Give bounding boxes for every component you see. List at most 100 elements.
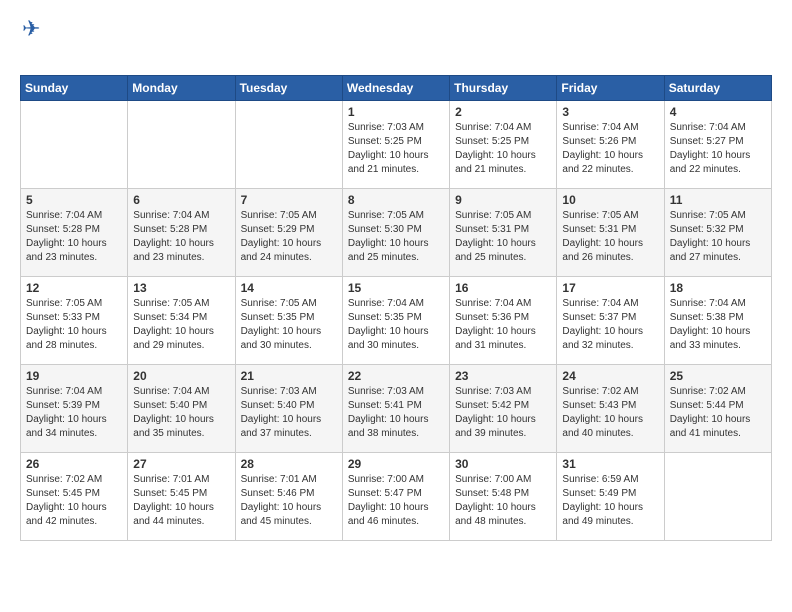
day-info: Sunrise: 7:02 AM Sunset: 5:43 PM Dayligh… <box>562 385 658 441</box>
day-number: 6 <box>133 193 229 207</box>
day-info: Sunrise: 7:01 AM Sunset: 5:46 PM Dayligh… <box>241 473 337 529</box>
day-number: 18 <box>670 281 766 295</box>
day-info: Sunrise: 7:03 AM Sunset: 5:41 PM Dayligh… <box>348 385 444 441</box>
day-number: 29 <box>348 457 444 471</box>
calendar-cell: 27 Sunrise: 7:01 AM Sunset: 5:45 PM Dayli… <box>128 453 235 541</box>
day-number: 24 <box>562 369 658 383</box>
calendar-cell: 25 Sunrise: 7:02 AM Sunset: 5:44 PM Dayli… <box>664 365 771 453</box>
day-info: Sunrise: 7:04 AM Sunset: 5:37 PM Dayligh… <box>562 297 658 353</box>
day-number: 16 <box>455 281 551 295</box>
day-info: Sunrise: 7:05 AM Sunset: 5:31 PM Dayligh… <box>562 209 658 265</box>
calendar-cell: 3Sunrise: 7:04 AM Sunset: 5:26 PM Daylig… <box>557 101 664 189</box>
calendar-cell: 12 Sunrise: 7:05 AM Sunset: 5:33 PM Dayli… <box>21 277 128 365</box>
day-info: Sunrise: 7:04 AM Sunset: 5:35 PM Dayligh… <box>348 297 444 353</box>
day-info: Sunrise: 7:05 AM Sunset: 5:31 PM Dayligh… <box>455 209 551 265</box>
day-number: 1 <box>348 105 444 119</box>
day-number: 12 <box>26 281 122 295</box>
calendar-cell: 7Sunrise: 7:05 AM Sunset: 5:29 PM Daylig… <box>235 189 342 277</box>
weekday-header-monday: Monday <box>128 76 235 101</box>
day-info: Sunrise: 7:03 AM Sunset: 5:40 PM Dayligh… <box>241 385 337 441</box>
calendar-cell: 15 Sunrise: 7:04 AM Sunset: 5:35 PM Dayli… <box>342 277 449 365</box>
calendar-cell: 22 Sunrise: 7:03 AM Sunset: 5:41 PM Dayli… <box>342 365 449 453</box>
calendar-cell: 6 Sunrise: 7:04 AM Sunset: 5:28 PM Daylig… <box>128 189 235 277</box>
day-number: 30 <box>455 457 551 471</box>
calendar-cell: 26 Sunrise: 7:02 AM Sunset: 5:45 PM Dayli… <box>21 453 128 541</box>
day-info: Sunrise: 7:04 AM Sunset: 5:25 PM Dayligh… <box>455 121 551 177</box>
day-number: 4 <box>670 105 766 119</box>
day-info: Sunrise: 7:05 AM Sunset: 5:30 PM Dayligh… <box>348 209 444 265</box>
calendar-cell: 21 Sunrise: 7:03 AM Sunset: 5:40 PM Dayli… <box>235 365 342 453</box>
calendar-cell: 30 Sunrise: 7:00 AM Sunset: 5:48 PM Dayli… <box>450 453 557 541</box>
day-info: Sunrise: 7:05 AM Sunset: 5:34 PM Dayligh… <box>133 297 229 353</box>
day-number: 26 <box>26 457 122 471</box>
day-number: 13 <box>133 281 229 295</box>
day-number: 25 <box>670 369 766 383</box>
day-number: 8 <box>348 193 444 207</box>
calendar-cell: 1Sunrise: 7:03 AM Sunset: 5:25 PM Daylig… <box>342 101 449 189</box>
day-number: 10 <box>562 193 658 207</box>
day-number: 9 <box>455 193 551 207</box>
calendar-cell: 11Sunrise: 7:05 AM Sunset: 5:32 PM Dayli… <box>664 189 771 277</box>
day-info: Sunrise: 7:00 AM Sunset: 5:48 PM Dayligh… <box>455 473 551 529</box>
day-info: Sunrise: 6:59 AM Sunset: 5:49 PM Dayligh… <box>562 473 658 529</box>
day-number: 19 <box>26 369 122 383</box>
day-number: 22 <box>348 369 444 383</box>
day-info: Sunrise: 7:05 AM Sunset: 5:33 PM Dayligh… <box>26 297 122 353</box>
week-row-4: 19 Sunrise: 7:04 AM Sunset: 5:39 PM Dayli… <box>21 365 772 453</box>
calendar-cell: 23 Sunrise: 7:03 AM Sunset: 5:42 PM Dayli… <box>450 365 557 453</box>
day-info: Sunrise: 7:03 AM Sunset: 5:42 PM Dayligh… <box>455 385 551 441</box>
calendar-cell: 24 Sunrise: 7:02 AM Sunset: 5:43 PM Dayli… <box>557 365 664 453</box>
weekday-header-row: SundayMondayTuesdayWednesdayThursdayFrid… <box>21 76 772 101</box>
week-row-1: 1Sunrise: 7:03 AM Sunset: 5:25 PM Daylig… <box>21 101 772 189</box>
week-row-3: 12 Sunrise: 7:05 AM Sunset: 5:33 PM Dayli… <box>21 277 772 365</box>
day-info: Sunrise: 7:01 AM Sunset: 5:45 PM Dayligh… <box>133 473 229 529</box>
page-header: ✈ <box>20 16 772 63</box>
day-info: Sunrise: 7:05 AM Sunset: 5:29 PM Dayligh… <box>241 209 337 265</box>
weekday-header-friday: Friday <box>557 76 664 101</box>
day-number: 31 <box>562 457 658 471</box>
day-number: 14 <box>241 281 337 295</box>
day-number: 15 <box>348 281 444 295</box>
calendar-cell: 5Sunrise: 7:04 AM Sunset: 5:28 PM Daylig… <box>21 189 128 277</box>
day-info: Sunrise: 7:04 AM Sunset: 5:26 PM Dayligh… <box>562 121 658 177</box>
calendar-cell: 9 Sunrise: 7:05 AM Sunset: 5:31 PM Daylig… <box>450 189 557 277</box>
day-number: 28 <box>241 457 337 471</box>
day-info: Sunrise: 7:02 AM Sunset: 5:44 PM Dayligh… <box>670 385 766 441</box>
calendar-cell: 4Sunrise: 7:04 AM Sunset: 5:27 PM Daylig… <box>664 101 771 189</box>
calendar-cell <box>21 101 128 189</box>
weekday-header-tuesday: Tuesday <box>235 76 342 101</box>
calendar-cell: 8 Sunrise: 7:05 AM Sunset: 5:30 PM Daylig… <box>342 189 449 277</box>
calendar-cell: 2 Sunrise: 7:04 AM Sunset: 5:25 PM Daylig… <box>450 101 557 189</box>
weekday-header-wednesday: Wednesday <box>342 76 449 101</box>
calendar-cell: 16 Sunrise: 7:04 AM Sunset: 5:36 PM Dayli… <box>450 277 557 365</box>
day-info: Sunrise: 7:04 AM Sunset: 5:28 PM Dayligh… <box>133 209 229 265</box>
calendar-cell: 10 Sunrise: 7:05 AM Sunset: 5:31 PM Dayli… <box>557 189 664 277</box>
day-info: Sunrise: 7:00 AM Sunset: 5:47 PM Dayligh… <box>348 473 444 529</box>
weekday-header-saturday: Saturday <box>664 76 771 101</box>
logo-bird-icon: ✈ <box>22 16 40 42</box>
calendar-cell <box>128 101 235 189</box>
week-row-2: 5Sunrise: 7:04 AM Sunset: 5:28 PM Daylig… <box>21 189 772 277</box>
day-number: 21 <box>241 369 337 383</box>
calendar-cell: 17 Sunrise: 7:04 AM Sunset: 5:37 PM Dayli… <box>557 277 664 365</box>
calendar-cell: 19 Sunrise: 7:04 AM Sunset: 5:39 PM Dayli… <box>21 365 128 453</box>
weekday-header-sunday: Sunday <box>21 76 128 101</box>
calendar-cell: 20 Sunrise: 7:04 AM Sunset: 5:40 PM Dayli… <box>128 365 235 453</box>
day-number: 2 <box>455 105 551 119</box>
day-info: Sunrise: 7:04 AM Sunset: 5:40 PM Dayligh… <box>133 385 229 441</box>
day-number: 27 <box>133 457 229 471</box>
calendar-cell <box>664 453 771 541</box>
day-info: Sunrise: 7:04 AM Sunset: 5:38 PM Dayligh… <box>670 297 766 353</box>
day-info: Sunrise: 7:05 AM Sunset: 5:35 PM Dayligh… <box>241 297 337 353</box>
calendar-cell: 29 Sunrise: 7:00 AM Sunset: 5:47 PM Dayli… <box>342 453 449 541</box>
day-number: 23 <box>455 369 551 383</box>
day-info: Sunrise: 7:04 AM Sunset: 5:28 PM Dayligh… <box>26 209 122 265</box>
day-number: 20 <box>133 369 229 383</box>
day-info: Sunrise: 7:02 AM Sunset: 5:45 PM Dayligh… <box>26 473 122 529</box>
day-info: Sunrise: 7:05 AM Sunset: 5:32 PM Dayligh… <box>670 209 766 265</box>
calendar-cell: 28 Sunrise: 7:01 AM Sunset: 5:46 PM Dayli… <box>235 453 342 541</box>
day-info: Sunrise: 7:04 AM Sunset: 5:36 PM Dayligh… <box>455 297 551 353</box>
day-info: Sunrise: 7:04 AM Sunset: 5:39 PM Dayligh… <box>26 385 122 441</box>
day-number: 17 <box>562 281 658 295</box>
calendar-cell: 14 Sunrise: 7:05 AM Sunset: 5:35 PM Dayli… <box>235 277 342 365</box>
